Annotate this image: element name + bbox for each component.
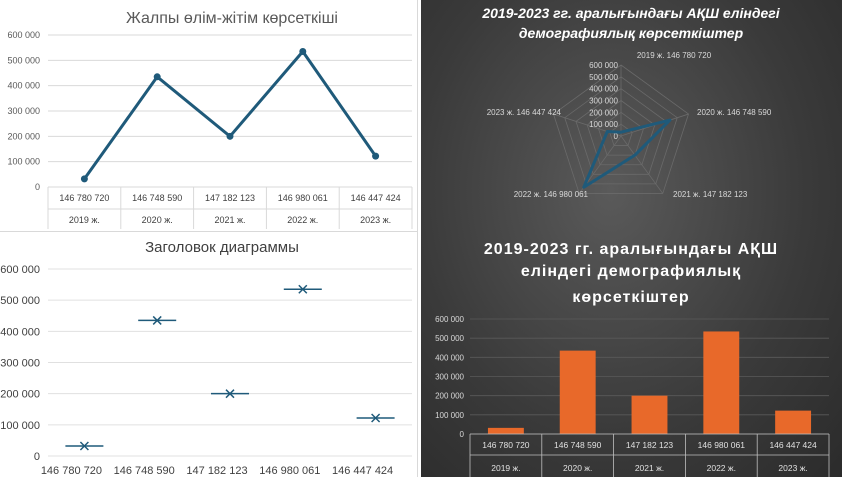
data-point (226, 132, 234, 140)
x-year-label: 2021 ж. (214, 215, 245, 225)
y-tick-label: 500 000 (435, 334, 464, 343)
bar-title-line-2: еліндегі демографиялық (521, 263, 741, 280)
bar-title-line-1: 2019-2023 гг. аралығындағы АҚШ (484, 241, 778, 258)
y-tick-label: 300 000 (0, 358, 40, 370)
dark-charts-panel: 2019-2023 гг. аралығындағы АҚШ еліндегі д… (421, 0, 842, 477)
x-year-label: 2020 ж. (142, 215, 173, 225)
scatter-chart-panel: Заголовок диаграммы 0 100 000 200 000 300 00… (0, 232, 418, 477)
radar-axis-label: 2022 ж. 146 980 061 (514, 190, 589, 199)
x-tick-label: 146 980 061 (698, 440, 746, 450)
y-tick-label: 300 000 (435, 373, 464, 382)
y-tick-label: 400 000 (0, 326, 40, 338)
y-tick-label: 100 000 (7, 157, 40, 167)
x-year-label: 2021 ж. (635, 463, 664, 473)
x-year-label: 2023 ж. (778, 463, 807, 473)
x-tick-label: 146 447 424 (351, 193, 401, 203)
y-tick-label: 500 000 (7, 55, 40, 65)
bar (487, 427, 524, 434)
y-tick-label: 400 000 (7, 81, 40, 91)
x-tick-label: 146 447 424 (332, 465, 393, 477)
series-line (83, 49, 377, 180)
line-chart: Жалпы өлім-жітім көрсеткіші 0 100 000 200 0… (7, 10, 413, 229)
y-tick-label: 300 000 (7, 106, 40, 116)
y-tick-label: 600 000 (435, 315, 464, 324)
chart-title: Жалпы өлім-жітім көрсеткіші (126, 10, 338, 27)
radial-tick-label: 300 000 (589, 97, 618, 106)
bar-title-line-3: көрсеткіштер (572, 289, 689, 306)
y-tick-label: 0 (34, 451, 40, 463)
x-year-label: 2022 ж. (287, 215, 318, 225)
data-point (80, 175, 88, 183)
radial-tick-label: 400 000 (589, 85, 618, 94)
x-year-label: 2019 ж. (69, 215, 100, 225)
y-tick-label: 200 000 (435, 392, 464, 401)
radial-tick-label: 600 000 (589, 61, 618, 70)
x-tick-label: 146 748 590 (132, 193, 182, 203)
y-tick-label: 600 000 (7, 30, 40, 40)
x-tick-label: 146 748 590 (554, 440, 602, 450)
data-point (372, 152, 380, 160)
line-chart-panel: Жалпы өлім-жітім көрсеткіші 0 100 000 200 0… (0, 0, 418, 232)
radar-and-bar-charts: 2019-2023 гг. аралығындағы АҚШ еліндегі д… (435, 5, 830, 477)
bar (559, 350, 596, 434)
x-tick-label: 146 780 720 (59, 193, 109, 203)
x-tick-label: 147 182 123 (205, 193, 255, 203)
y-tick-label: 0 (35, 182, 40, 192)
radial-tick-label: 200 000 (589, 108, 618, 117)
x-year-label: 2023 ж. (360, 215, 391, 225)
y-tick-label: 0 (460, 430, 465, 439)
y-tick-label: 200 000 (0, 389, 40, 401)
bar (631, 395, 668, 434)
y-tick-label: 100 000 (435, 411, 464, 420)
x-year-label: 2022 ж. (707, 463, 736, 473)
x-year-label: 2019 ж. (491, 463, 520, 473)
y-tick-label: 200 000 (7, 131, 40, 141)
radar-series (582, 118, 672, 189)
radar-axis-label: 2021 ж. 147 182 123 (673, 190, 748, 199)
chart-title-line-2: демографиялық көрсеткіштер (519, 25, 744, 41)
x-year-label: 2020 ж. (563, 463, 592, 473)
radar-axis-label: 2023 ж. 146 447 424 (487, 108, 562, 117)
chart-title-line-1: 2019-2023 гг. аралығындағы АҚШ еліндегі (481, 5, 780, 21)
x-tick-label: 147 182 123 (186, 465, 247, 477)
bar (775, 410, 812, 434)
x-tick-label: 146 780 720 (482, 440, 530, 450)
data-point (299, 47, 307, 55)
y-tick-label: 600 000 (0, 264, 40, 276)
radar-axis-label: 2019 ж. 146 780 720 (637, 51, 712, 60)
y-tick-label: 100 000 (0, 420, 40, 432)
y-tick-label: 400 000 (435, 353, 464, 362)
x-tick-label: 146 780 720 (41, 465, 102, 477)
scatter-chart: Заголовок диаграммы 0 100 000 200 000 300 00… (0, 239, 412, 477)
radial-tick-label: 500 000 (589, 73, 618, 82)
x-tick-label: 146 447 424 (769, 440, 817, 450)
radar-axis-label: 2020 ж. 146 748 590 (697, 108, 772, 117)
x-tick-label: 146 980 061 (259, 465, 320, 477)
x-tick-label: 147 182 123 (626, 440, 674, 450)
radial-tick-label: 100 000 (589, 120, 618, 129)
data-point (153, 73, 161, 81)
x-tick-label: 146 980 061 (278, 193, 328, 203)
x-tick-label: 146 748 590 (114, 465, 175, 477)
y-tick-label: 500 000 (0, 295, 40, 307)
bar (703, 331, 740, 434)
chart-title: Заголовок диаграммы (145, 239, 299, 256)
